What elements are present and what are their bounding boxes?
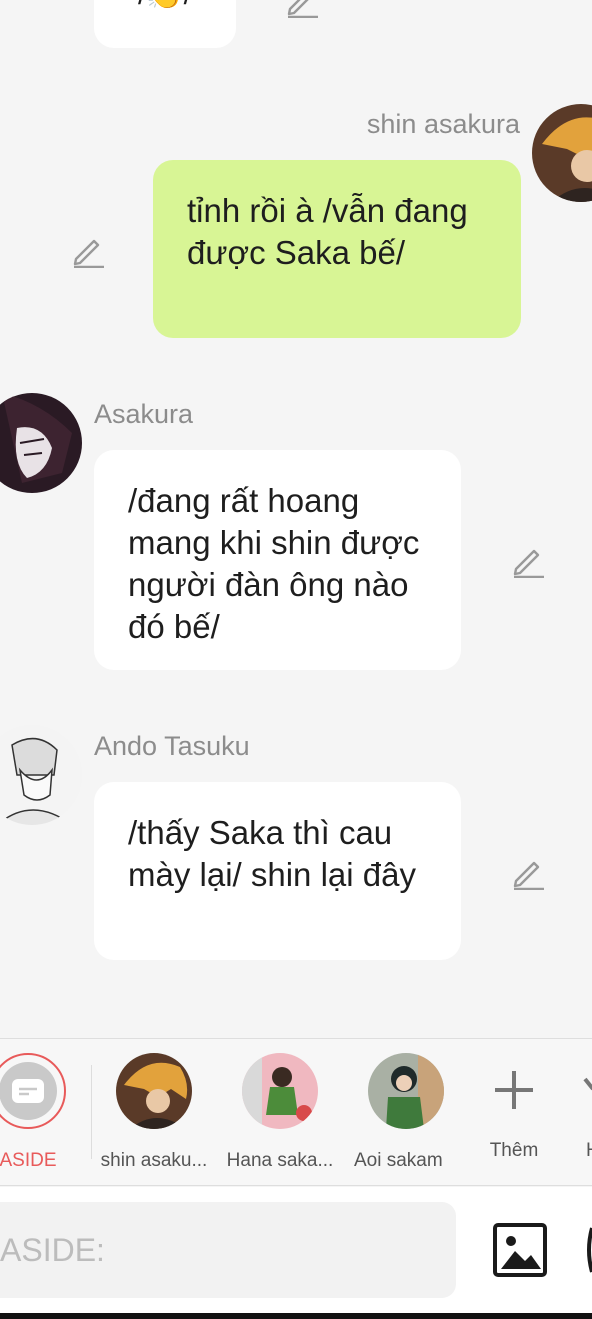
edit-icon[interactable] — [284, 0, 320, 18]
character-aoi[interactable]: Aoi sakam — [344, 1053, 468, 1173]
character-selector: ASIDE shin asaku... Hana saka... Aoi sak… — [0, 1038, 592, 1186]
message-bubble[interactable]: tỉnh rồi à /vẫn đang được Saka bế/ — [153, 160, 521, 338]
character-aside[interactable]: ASIDE — [0, 1053, 90, 1173]
avatar[interactable] — [532, 104, 592, 202]
more-label: H — [555, 1139, 592, 1163]
avatar — [368, 1053, 444, 1129]
character-label: Aoi sakam — [354, 1150, 443, 1171]
character-label: ASIDE — [0, 1150, 57, 1171]
sender-name: Ando Tasuku — [94, 731, 250, 761]
message-text: tỉnh rồi à /vẫn đang được Saka bế/ — [187, 192, 468, 271]
aside-icon — [0, 1053, 66, 1129]
edit-icon[interactable] — [510, 542, 546, 578]
avatar — [242, 1053, 318, 1129]
sender-name: shin asakura — [366, 109, 520, 139]
message-text: /đang rất hoang mang khi shin được người… — [128, 482, 420, 645]
character-shin[interactable]: shin asaku... — [92, 1053, 216, 1173]
message-text: /thấy Saka thì cau mày lại/ shin lại đây — [128, 814, 416, 893]
message-input[interactable] — [0, 1202, 456, 1298]
avatar — [116, 1053, 192, 1129]
character-label: Hana saka... — [226, 1150, 334, 1171]
nav-bar — [0, 1313, 592, 1319]
sender-name: Asakura — [94, 399, 194, 429]
chat-area[interactable]: /👏/ shin asakura tỉnh rồi à /vẫn đang đư… — [0, 0, 592, 1038]
avatar[interactable] — [0, 725, 82, 825]
message-bubble[interactable]: /👏/ — [94, 0, 236, 48]
message-bubble[interactable]: /đang rất hoang mang khi shin được người… — [94, 450, 461, 670]
more-button[interactable]: H — [555, 1053, 592, 1163]
message-bubble[interactable]: /thấy Saka thì cau mày lại/ shin lại đây — [94, 782, 461, 960]
edit-icon[interactable] — [70, 232, 106, 268]
character-label: shin asaku... — [100, 1150, 208, 1171]
message-text: /👏/ — [138, 0, 192, 11]
image-icon[interactable] — [493, 1223, 547, 1277]
edit-icon[interactable] — [510, 854, 546, 890]
more-icon[interactable] — [586, 1220, 592, 1280]
avatar[interactable] — [0, 393, 82, 493]
input-row — [0, 1187, 592, 1313]
chevron-down-icon — [583, 1077, 592, 1091]
plus-icon — [495, 1071, 533, 1109]
character-hana[interactable]: Hana saka... — [218, 1053, 342, 1173]
